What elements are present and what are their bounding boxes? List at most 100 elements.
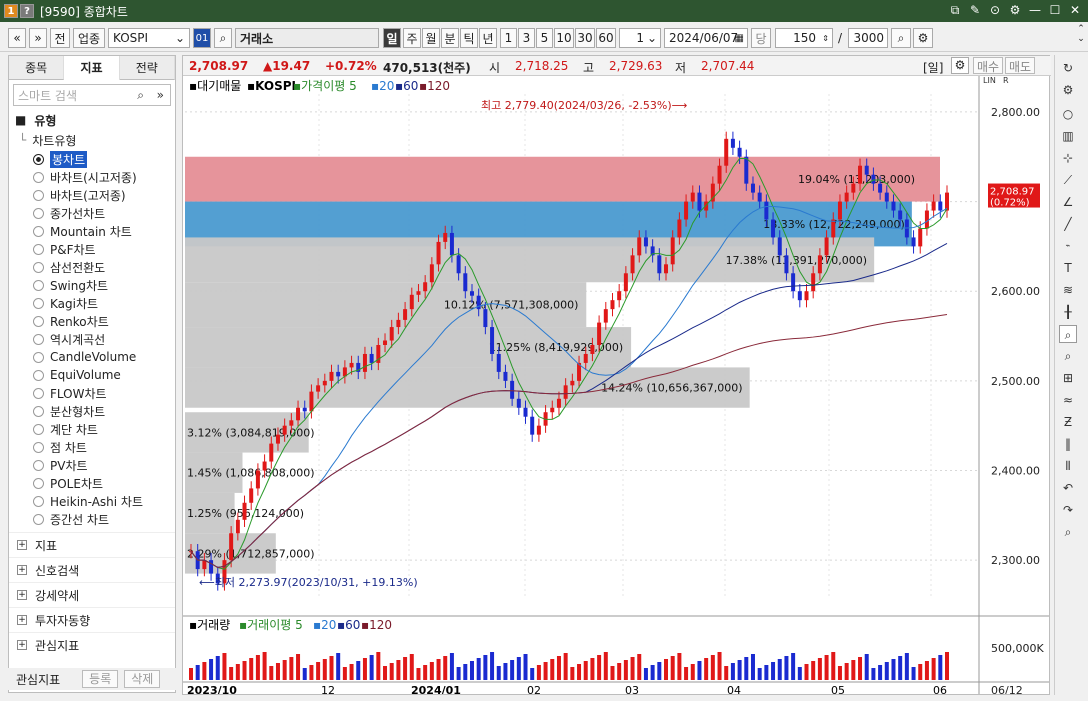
candle-icon[interactable]: ╂ [1059, 303, 1077, 321]
radio-button[interactable] [33, 423, 44, 435]
radio-button[interactable] [33, 207, 44, 219]
radio-button[interactable] [33, 315, 44, 327]
auto-icon[interactable]: ⌁ [1059, 237, 1077, 255]
fav-delete-button[interactable]: 삭제 [124, 670, 161, 688]
chart-type-item[interactable]: 증간선 차트 [9, 510, 175, 528]
settings-icon[interactable]: ⚙ [913, 28, 933, 48]
period-minute-button[interactable]: 분 [441, 28, 459, 48]
section-item[interactable]: + 지표 [9, 532, 175, 557]
range-1-button[interactable]: 1 [500, 28, 517, 48]
upjong-button[interactable]: 업종 [73, 28, 105, 48]
diagonal-line-icon[interactable]: ╱ [1059, 215, 1077, 233]
stepper-icon[interactable]: ⇕ [822, 34, 829, 43]
trend-line-icon[interactable]: ⟋ [1059, 171, 1077, 189]
edit-icon[interactable]: ✎ [968, 2, 982, 18]
period-day-button[interactable]: 일 [383, 28, 401, 48]
expand-icon[interactable]: + [17, 565, 27, 575]
chart-type-item[interactable]: CandleVolume [9, 348, 175, 366]
chart-type-item[interactable]: 점 차트 [9, 438, 175, 456]
radio-button[interactable] [33, 297, 44, 309]
chart-type-item[interactable]: POLE차트 [9, 474, 175, 492]
expand-icon[interactable]: + [17, 640, 27, 650]
chart-type-item[interactable]: Kagi차트 [9, 294, 175, 312]
radio-button[interactable] [33, 333, 44, 345]
chart-type-item[interactable]: FLOW차트 [9, 384, 175, 402]
angle-line-icon[interactable]: ∠ [1059, 193, 1077, 211]
chart-type-item[interactable]: Swing차트 [9, 276, 175, 294]
window-scroll[interactable]: ⌃ ⌄ [1074, 24, 1088, 52]
bars-input[interactable]: 150 ⇕ [775, 28, 833, 48]
dang-button[interactable]: 당 [751, 28, 771, 48]
count-select[interactable]: 1 ⌄ [619, 28, 661, 48]
price-chart-svg[interactable]: ▪대기매물 ▪KOSPI▪가격이평 5 ▪20 ▪60 ▪12019.04% (13,2… [183, 76, 1049, 694]
section-item[interactable]: + 투자자동향 [9, 607, 175, 632]
undo-icon[interactable]: ↶ [1059, 479, 1077, 497]
range-30-button[interactable]: 30 [575, 28, 595, 48]
sell-button[interactable]: 매도 [1005, 57, 1035, 74]
chart-type-item[interactable]: 바차트(시고저종) [9, 168, 175, 186]
radio-button[interactable] [33, 387, 44, 399]
text-icon[interactable]: T [1059, 259, 1077, 277]
range-60-button[interactable]: 60 [596, 28, 616, 48]
radio-button[interactable] [33, 243, 44, 255]
magnifier-icon[interactable]: ⌕ [1059, 325, 1077, 343]
collapse-icon[interactable]: » [157, 88, 164, 102]
chart-type-item[interactable]: 바차트(고저종) [9, 186, 175, 204]
radio-button[interactable] [33, 369, 44, 381]
expand-icon[interactable]: + [17, 615, 27, 625]
tab-strategy[interactable]: 전략 [119, 56, 175, 80]
radio-button[interactable] [33, 513, 44, 525]
refresh-icon[interactable]: ↻ [1059, 59, 1077, 77]
zoom-icon[interactable]: ⌕ [1059, 347, 1077, 365]
nav-prev-button[interactable]: « [8, 28, 26, 48]
multi-lines-icon[interactable]: ⦀ [1059, 457, 1077, 475]
radio-button[interactable] [33, 171, 44, 183]
chart-type-item[interactable]: 봉차트 [9, 150, 175, 168]
chevron-up-icon[interactable]: ⌃ [1074, 24, 1088, 34]
range-10-button[interactable]: 10 [554, 28, 574, 48]
radio-button[interactable] [33, 279, 44, 291]
chart-type-item[interactable]: EquiVolume [9, 366, 175, 384]
code-button[interactable]: 01 [193, 28, 211, 48]
chart-type-item[interactable]: Renko차트 [9, 312, 175, 330]
chart-area[interactable]: 2,708.97 ▲19.47 +0.72% 470,513(천주) 시 2,7… [182, 55, 1051, 695]
period-tick-button[interactable]: 틱 [460, 28, 478, 48]
bar-chart-icon[interactable]: ▥ [1059, 127, 1077, 145]
tab-indicator[interactable]: 지표 [64, 56, 120, 80]
settings-icon[interactable]: ⚙ [951, 57, 969, 74]
radio-button[interactable] [33, 459, 44, 471]
radio-button[interactable] [33, 261, 44, 273]
expand-icon[interactable]: + [17, 590, 27, 600]
section-item[interactable]: + 신호검색 [9, 557, 175, 582]
vertical-lines-icon[interactable]: ‖ [1059, 435, 1077, 453]
chart-type-item[interactable]: PV차트 [9, 456, 175, 474]
gear-icon[interactable]: ⚙ [1008, 2, 1022, 18]
close-icon[interactable]: ✕ [1068, 2, 1082, 18]
radio-button[interactable] [33, 405, 44, 417]
minimize-icon[interactable]: — [1028, 2, 1042, 18]
period-year-button[interactable]: 년 [479, 28, 497, 48]
symbol-select[interactable]: KOSPI ⌄ [108, 28, 190, 48]
fav-register-button[interactable]: 등록 [82, 670, 119, 688]
chart-type-item[interactable]: 삼선전환도 [9, 258, 175, 276]
search-icon[interactable]: ⌕ [1059, 523, 1077, 541]
total-input[interactable]: 3000 [848, 28, 888, 48]
chart-type-item[interactable]: 종가선차트 [9, 204, 175, 222]
nav-next-button[interactable]: » [29, 28, 47, 48]
camera-icon[interactable]: ⊙ [988, 2, 1002, 18]
period-week-button[interactable]: 주 [403, 28, 421, 48]
chart-type-item[interactable]: P&F차트 [9, 240, 175, 258]
date-input[interactable]: 2024/06/07 ▦ [664, 28, 748, 48]
search-icon[interactable]: ⌕ [137, 88, 144, 103]
range-3-button[interactable]: 3 [518, 28, 535, 48]
link-icon[interactable]: ⧉ [948, 2, 962, 18]
expand-icon[interactable]: + [17, 540, 27, 550]
radio-button[interactable] [33, 225, 44, 237]
wave-icon[interactable]: ≈ [1059, 391, 1077, 409]
window-badge-help[interactable]: ? [20, 4, 34, 18]
section-type[interactable]: ■ 유형 [9, 110, 175, 130]
radio-button[interactable] [33, 495, 44, 507]
zigzag-icon[interactable]: Ƶ [1059, 413, 1077, 431]
zoom-search-icon[interactable]: ⌕ [891, 28, 911, 48]
circle-icon[interactable]: ○ [1059, 105, 1077, 123]
